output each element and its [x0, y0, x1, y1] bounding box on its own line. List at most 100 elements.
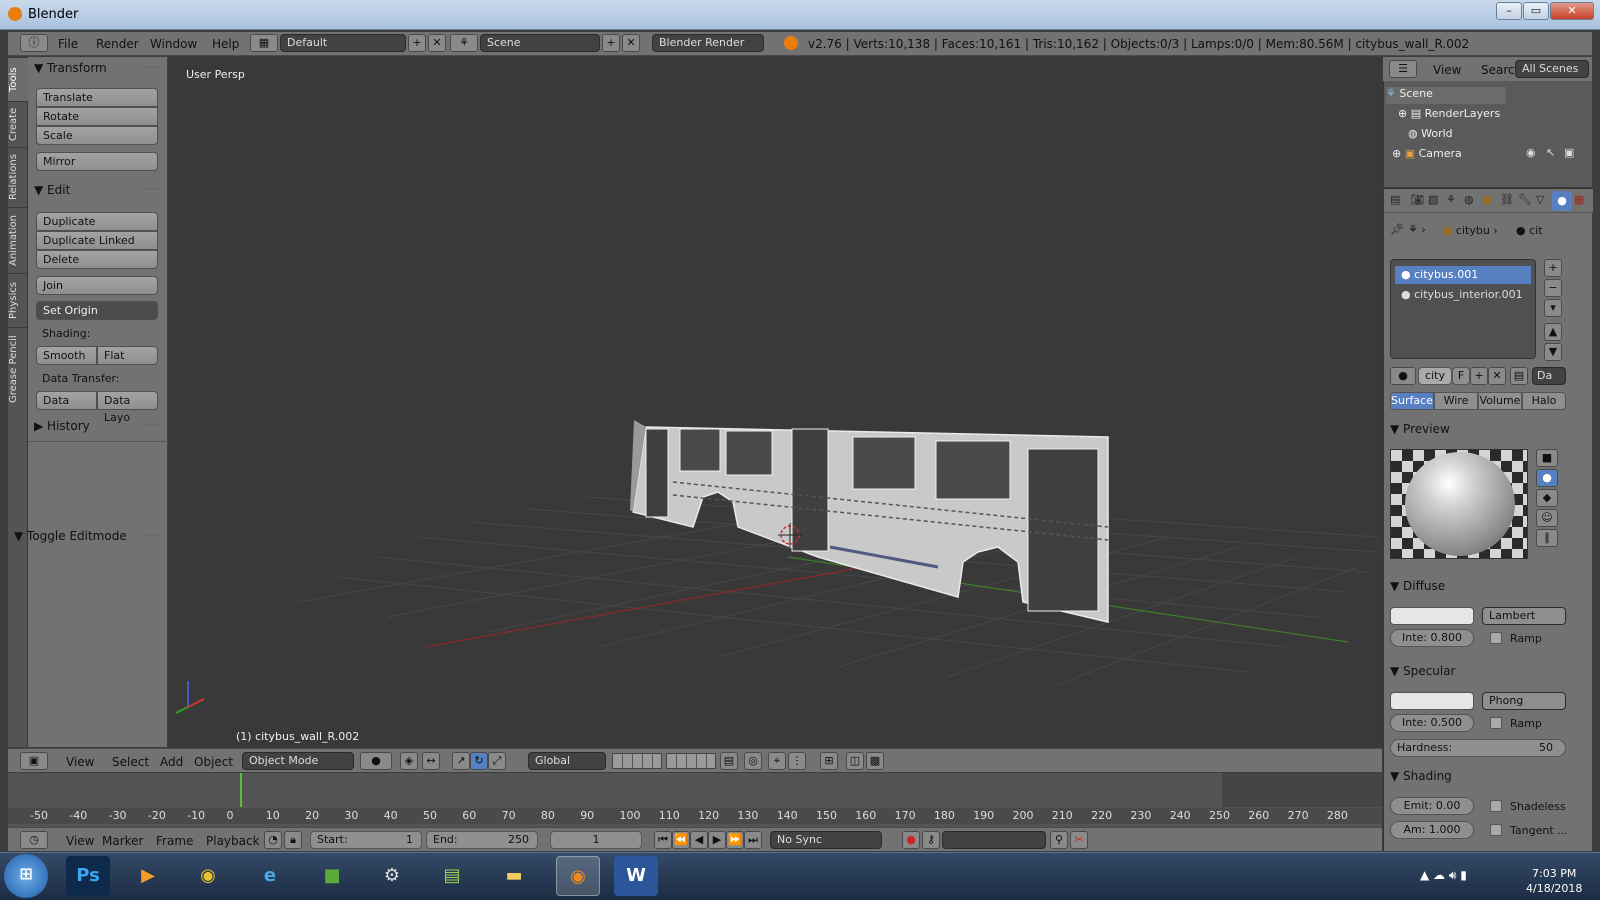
menu-help[interactable]: Help — [212, 37, 239, 51]
constraints-tab-icon[interactable]: ⛓ — [1500, 193, 1514, 206]
new-material-icon[interactable]: + — [1470, 367, 1488, 385]
emit-field[interactable]: Emit: 0.00 — [1390, 797, 1474, 815]
taskbar-steam-icon[interactable]: ⚙ — [370, 856, 414, 896]
scene-tab-icon[interactable]: ⚘ — [1446, 193, 1456, 206]
taskbar-ie-icon[interactable]: e — [248, 856, 292, 896]
world-tab-icon[interactable]: ◍ — [1464, 193, 1474, 206]
toggle-editmode-header[interactable]: ▼ Toggle Editmode — [14, 529, 127, 543]
object-tab-icon[interactable]: ▣ — [1482, 193, 1492, 206]
editor-type-icon[interactable]: ◷ — [20, 831, 48, 849]
duplicate-linked-button[interactable]: Duplicate Linked — [36, 231, 158, 250]
render-engine-select[interactable]: Blender Render — [652, 34, 764, 52]
shadeless-checkbox[interactable] — [1490, 800, 1502, 812]
menu-view[interactable]: View — [66, 834, 94, 848]
layout-icon[interactable]: ▦ — [250, 34, 278, 52]
outliner-row-scene[interactable]: ⚘ Scene — [1386, 87, 1506, 104]
material-slot-citybus[interactable]: ● citybus.001 — [1395, 266, 1531, 284]
edit-header[interactable]: ▼ Edit — [34, 183, 70, 197]
snap-icon[interactable]: ⌖ — [768, 752, 786, 770]
mode-select[interactable]: Object Mode — [242, 752, 354, 770]
diffuse-intensity-field[interactable]: Inte: 0.800 — [1390, 629, 1474, 647]
menu-view[interactable]: View — [66, 755, 94, 769]
remove-slot-icon[interactable]: − — [1544, 279, 1562, 297]
end-frame-field[interactable]: End: 250 — [426, 831, 538, 849]
scale-manipulator-icon[interactable]: ⤢ — [488, 752, 506, 770]
tray-icons[interactable]: ▲ ☁ 🔊︎ ▮ — [1420, 868, 1467, 883]
outliner-view-menu[interactable]: View — [1433, 63, 1461, 77]
current-frame-field[interactable]: 1 — [550, 831, 642, 849]
layer-lock-icon[interactable]: ▤ — [720, 752, 738, 770]
material-slot-interior[interactable]: ● citybus_interior.001 — [1395, 286, 1531, 304]
minimize-button[interactable]: – — [1496, 2, 1522, 20]
material-name-field[interactable]: city — [1418, 367, 1452, 385]
node-icon[interactable]: ▤ — [1510, 367, 1528, 385]
mirror-button[interactable]: Mirror — [36, 152, 158, 171]
menu-window[interactable]: Window — [150, 37, 197, 51]
manipulator-icon[interactable]: ↔ — [422, 752, 440, 770]
slot-menu-icon[interactable]: ▾ — [1544, 299, 1562, 317]
delete-key-icon[interactable]: ✂ — [1070, 831, 1088, 849]
tab-create[interactable]: Create — [8, 101, 28, 147]
start-frame-field[interactable]: Start: 1 — [310, 831, 422, 849]
tab-grease-pencil[interactable]: Grease Pencil — [8, 327, 28, 411]
prev-keyframe-icon[interactable]: ⏪ — [672, 831, 690, 849]
taskbar-word[interactable]: W — [614, 856, 658, 896]
move-up-icon[interactable]: ▲ — [1544, 323, 1562, 341]
editor-type-icon[interactable]: ☰ — [1389, 60, 1417, 78]
taskbar-chrome-icon[interactable]: ◉ — [186, 856, 230, 896]
layers-grid-2[interactable] — [666, 753, 716, 769]
tab-surface[interactable]: Surface — [1390, 392, 1434, 410]
panel-grip-icon[interactable]: ⋯⋯ — [144, 185, 161, 195]
start-button[interactable]: ⊞ — [4, 854, 48, 898]
tab-wire[interactable]: Wire — [1434, 392, 1478, 410]
remove-layout-icon[interactable]: ✕ — [428, 34, 446, 52]
specular-intensity-field[interactable]: Inte: 0.500 — [1390, 714, 1474, 732]
diffuse-color-field[interactable] — [1390, 607, 1474, 625]
ambient-field[interactable]: Am: 1.000 — [1390, 821, 1474, 839]
menu-add[interactable]: Add — [160, 755, 183, 769]
preview-flat-icon[interactable]: ■ — [1536, 449, 1558, 467]
maximize-button[interactable]: ▭ — [1523, 2, 1549, 20]
tab-halo[interactable]: Halo — [1522, 392, 1566, 410]
outliner-display-select[interactable]: All Scenes — [1515, 60, 1589, 78]
frame-preview-icon[interactable]: ◔ — [264, 831, 282, 849]
system-clock[interactable]: 7:03 PM 4/18/2018 — [1526, 866, 1582, 896]
current-frame-marker[interactable] — [240, 773, 242, 807]
material-slot-list[interactable]: ● citybus.001 ● citybus_interior.001 — [1390, 259, 1536, 359]
layers-grid[interactable] — [612, 753, 662, 769]
add-layout-icon[interactable]: + — [408, 34, 426, 52]
keying-set-field[interactable] — [942, 831, 1046, 849]
data-tab-icon[interactable]: ▽ — [1536, 193, 1544, 206]
join-button[interactable]: Join — [36, 276, 158, 295]
specular-ramp-checkbox[interactable] — [1490, 717, 1502, 729]
diffuse-panel-header[interactable]: ▼ Diffuse — [1390, 579, 1445, 593]
hardness-field[interactable]: Hardness: 50 — [1390, 739, 1566, 757]
pin-icon[interactable]: 📌︎ — [1390, 223, 1404, 236]
specular-color-field[interactable] — [1390, 692, 1474, 710]
lock-icon[interactable]: 🔒︎ — [284, 831, 302, 849]
camera-icon[interactable]: ▩ — [866, 752, 884, 770]
render-icon[interactable]: ◫ — [846, 752, 864, 770]
object-breadcrumb[interactable]: ▣ citybu › — [1442, 224, 1498, 237]
insert-key-icon[interactable]: ⚲ — [1050, 831, 1068, 849]
unlink-material-icon[interactable]: ✕ — [1488, 367, 1506, 385]
render-camera-icon[interactable]: ▣ — [1564, 146, 1574, 159]
editor-type-icon[interactable]: ▤ — [1390, 193, 1400, 206]
diffuse-shader-select[interactable]: Lambert — [1482, 607, 1566, 625]
shading-mode-icon[interactable]: ● — [360, 752, 392, 770]
tangent-checkbox[interactable] — [1490, 824, 1502, 836]
tab-relations[interactable]: Relations — [8, 147, 28, 207]
keying-set-icon[interactable]: ⚷ — [922, 831, 940, 849]
taskbar-blender-icon[interactable]: ◉ — [556, 856, 600, 896]
taskbar-minecraft-icon[interactable]: ■ — [310, 856, 354, 896]
timeline-ruler[interactable]: -50 -40 -30 -20 -10 0 10 20 30 40 50 60 70 80 90 100 110… — [8, 808, 1382, 824]
preview-panel-header[interactable]: ▼ Preview — [1390, 422, 1450, 436]
outliner-row-renderlayers[interactable]: ⊕ ▤ RenderLayers — [1398, 107, 1500, 120]
flat-button[interactable]: Flat — [97, 346, 158, 365]
duplicate-button[interactable]: Duplicate — [36, 212, 158, 231]
next-keyframe-icon[interactable]: ⏩ — [726, 831, 744, 849]
tab-tools[interactable]: Tools — [8, 57, 28, 101]
scene-context-icon[interactable]: ⚘ › — [1408, 223, 1426, 236]
fake-user-button[interactable]: F — [1452, 367, 1470, 385]
data-button[interactable]: Data — [36, 391, 97, 410]
